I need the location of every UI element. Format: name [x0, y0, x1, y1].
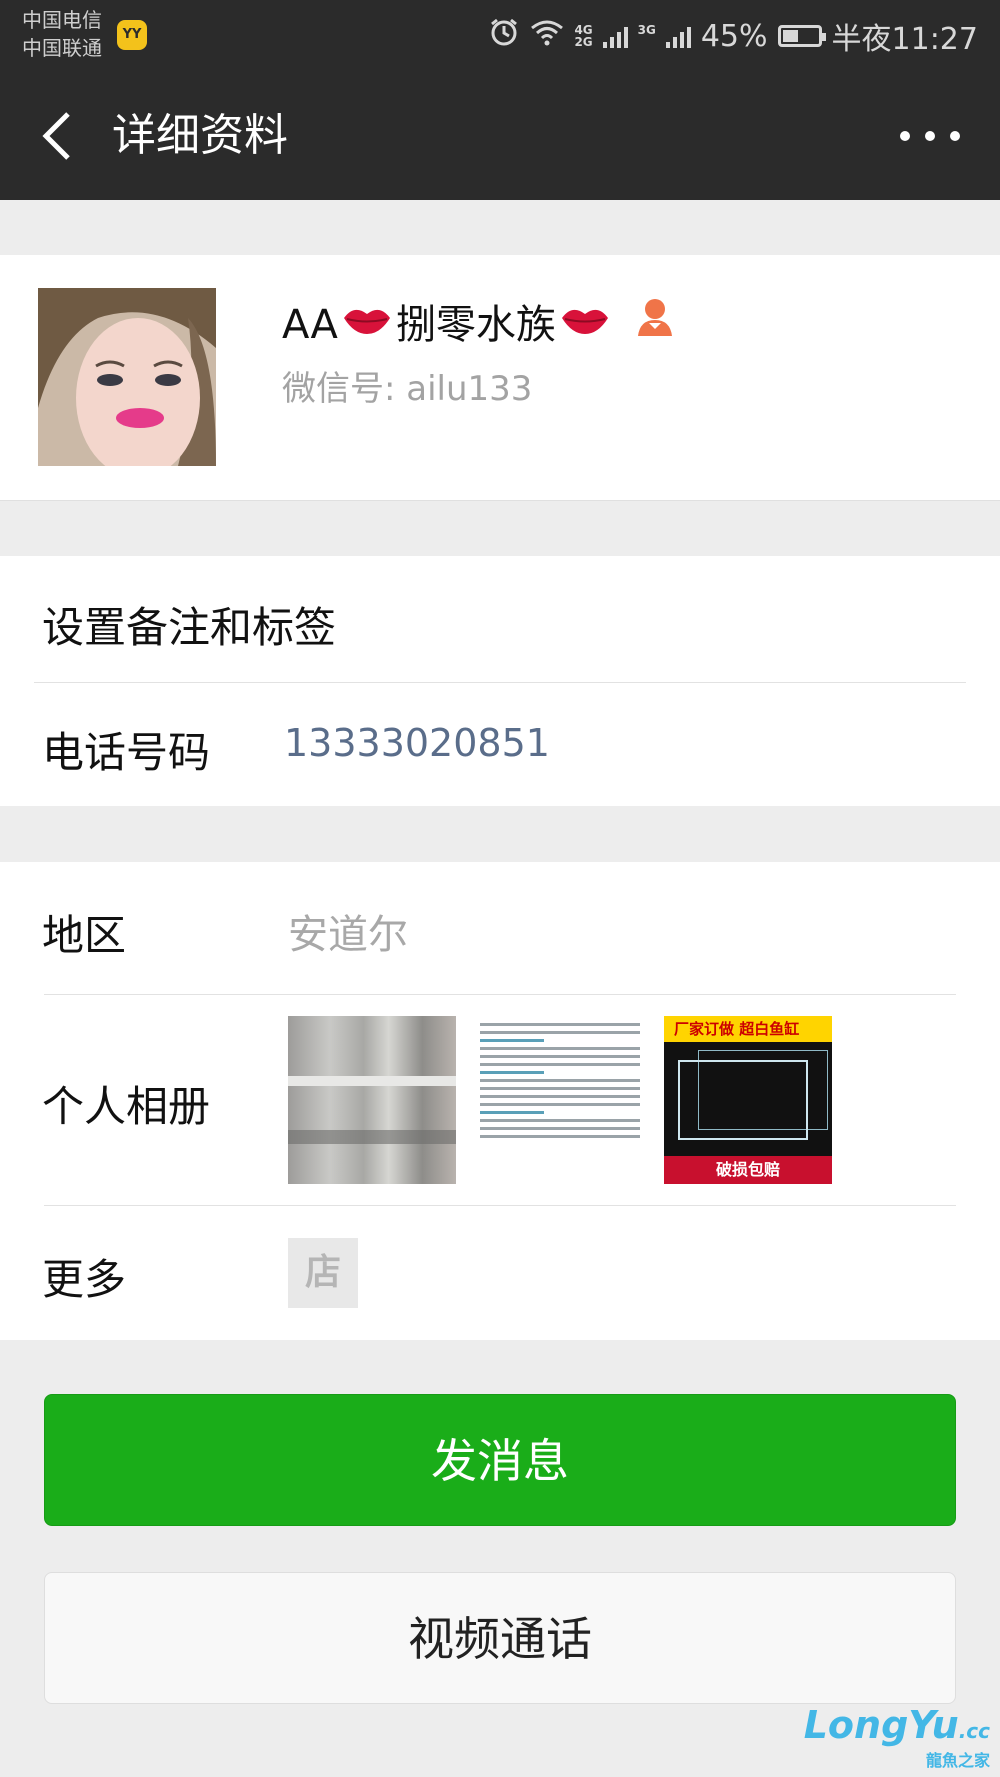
phone-row: 电话号码 13333020851	[0, 683, 1000, 806]
shop-icon[interactable]: 店	[288, 1238, 358, 1308]
contact-info-section: 设置备注和标签 电话号码 13333020851	[0, 556, 1000, 806]
fish-tank-ad-banner: 厂家订做 超白鱼缸	[664, 1016, 832, 1042]
photo-album-label: 个人相册	[42, 1082, 211, 1131]
more-dot-icon	[950, 131, 960, 141]
nav-bar: 详细资料	[0, 72, 1000, 200]
watermark-main: LongYu	[803, 1703, 959, 1747]
album-thumbnail-aquarium-shipment[interactable]	[288, 1016, 456, 1184]
region-label: 地区	[42, 911, 127, 960]
nickname-prefix: AA	[282, 302, 338, 348]
set-remark-tags-label: 设置备注和标签	[42, 603, 337, 652]
album-thumbnail-text-article[interactable]	[476, 1016, 644, 1184]
contact-nickname: AA 捌零水族	[282, 295, 676, 355]
details-section: 地区 安道尔 个人相册 厂家订做 超白鱼缸 破损包赔 更多 店	[0, 862, 1000, 1340]
status-bar: 中国电信 中国联通 YY 4G 2G 3G x 45% 半夜11:27	[0, 0, 1000, 72]
carrier-info: 中国电信 中国联通	[22, 6, 102, 62]
kiss-lips-icon	[342, 295, 392, 355]
carrier-2: 中国联通	[22, 36, 102, 60]
status-icons: 4G 2G 3G x 45% 半夜11:27	[488, 14, 978, 58]
album-thumbnail-fish-tank-ad[interactable]: 厂家订做 超白鱼缸 破损包赔	[664, 1016, 832, 1184]
page-title: 详细资料	[112, 110, 288, 161]
alarm-icon	[488, 16, 520, 56]
signal-icon-2	[665, 24, 691, 48]
yy-app-icon: YY	[117, 20, 147, 50]
watermark-suffix: .cc	[958, 1719, 990, 1743]
nickname-main: 捌零水族	[395, 302, 556, 348]
photo-album-thumbnails[interactable]: 厂家订做 超白鱼缸 破损包赔	[288, 1016, 832, 1184]
fish-tank-ad-footer: 破损包赔	[664, 1156, 832, 1184]
network-label-3g: 3G	[637, 23, 656, 37]
kiss-lips-icon	[560, 295, 610, 355]
more-menu-button[interactable]	[900, 124, 960, 148]
battery-icon	[777, 25, 826, 47]
more-label: 更多	[42, 1255, 127, 1304]
video-call-button[interactable]: 视频通话	[44, 1572, 956, 1704]
battery-percent: 45%	[700, 18, 768, 54]
clock-time: 半夜11:27	[831, 22, 978, 57]
more-row[interactable]: 更多	[0, 1206, 1000, 1340]
phone-label: 电话号码	[42, 728, 211, 777]
network-label-2g: 2G	[574, 35, 593, 49]
female-gender-icon	[634, 295, 676, 355]
watermark-logo: LongYu.cc 龍魚之家	[804, 1703, 990, 1771]
set-remark-tags-row[interactable]: 设置备注和标签	[0, 556, 1000, 681]
chevron-left-icon	[42, 112, 70, 160]
wechat-id: 微信号: ailu133	[282, 369, 533, 409]
region-value: 安道尔	[288, 912, 408, 958]
network-type-2: 3G x	[638, 24, 656, 48]
send-message-button[interactable]: 发消息	[44, 1394, 956, 1526]
back-button[interactable]	[38, 110, 88, 162]
profile-card: AA 捌零水族 微信号: ailu133	[0, 255, 1000, 501]
signal-icon-1	[602, 24, 628, 48]
more-dot-icon	[900, 131, 910, 141]
phone-number-link[interactable]: 13333020851	[284, 721, 550, 765]
wifi-icon	[530, 18, 564, 54]
fish-tank-icon	[678, 1060, 808, 1140]
more-dot-icon	[925, 131, 935, 141]
avatar[interactable]	[38, 288, 216, 466]
watermark-sub: 龍魚之家	[925, 1751, 990, 1770]
battery-fill	[782, 30, 798, 42]
network-type-1: 4G 2G	[574, 24, 592, 48]
carrier-1: 中国电信	[22, 8, 102, 32]
region-row: 地区 安道尔	[0, 862, 1000, 994]
